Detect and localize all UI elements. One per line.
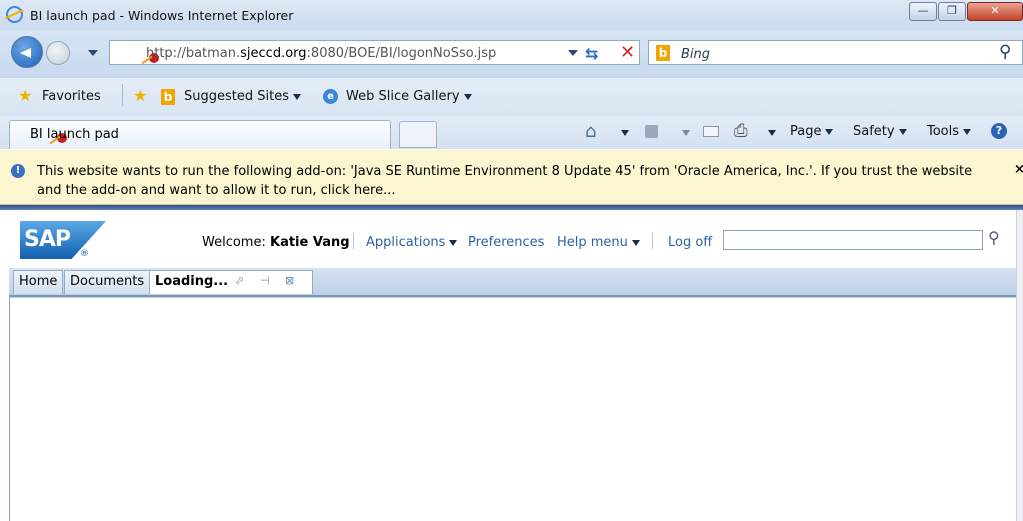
safety-menu-label: Safety	[853, 124, 895, 139]
document-workarea	[9, 297, 1016, 521]
page-menu-label: Page	[790, 124, 822, 139]
url-suffix: :8080/BOE/BI/logonNoSso.jsp	[306, 46, 497, 61]
header-divider	[353, 233, 354, 249]
chevron-down-icon	[898, 128, 907, 135]
window-title: BI launch pad - Windows Internet Explore…	[30, 8, 294, 23]
preferences-link[interactable]: Preferences	[468, 235, 544, 250]
info-bar-message[interactable]: This website wants to run the following …	[37, 162, 977, 200]
refresh-icon[interactable]: ⇆	[585, 44, 598, 63]
back-button[interactable]	[11, 36, 43, 68]
search-icon[interactable]: ⚲	[988, 228, 1000, 247]
pin-tab-icon[interactable]: ⊣	[260, 274, 270, 287]
tools-menu-label: Tools	[927, 124, 960, 139]
suggested-sites-label: Suggested Sites	[184, 89, 289, 104]
url-prefix: http://batman.	[146, 46, 241, 61]
registered-mark: ®	[80, 249, 89, 259]
favorites-button[interactable]: Favorites	[42, 89, 101, 104]
internet-explorer-icon	[6, 6, 23, 23]
help-menu[interactable]: Help menu	[557, 235, 640, 250]
tools-menu[interactable]: Tools	[927, 124, 972, 139]
help-menu-label: Help menu	[557, 235, 628, 250]
chevron-down-icon[interactable]	[621, 130, 629, 136]
chevron-down-icon	[449, 239, 458, 246]
welcome-text: Welcome: Katie Vang	[202, 235, 350, 250]
detach-tab-icon[interactable]: ⬀	[235, 274, 244, 287]
header-divider	[652, 233, 653, 249]
tab-label: BI launch pad	[30, 127, 119, 142]
minimize-button[interactable]: —	[909, 2, 937, 21]
chevron-down-icon[interactable]	[682, 130, 690, 136]
home-icon[interactable]: ⌂	[585, 121, 596, 142]
chevron-down-icon	[292, 93, 301, 100]
tab-home[interactable]: Home	[13, 270, 64, 294]
chevron-down-icon	[631, 239, 640, 246]
welcome-prefix: Welcome:	[202, 235, 266, 250]
web-slice-gallery-label: Web Slice Gallery	[346, 89, 460, 104]
help-icon[interactable]: ?	[991, 123, 1007, 139]
new-tab-button[interactable]	[399, 121, 437, 148]
web-slice-gallery-link[interactable]: Web Slice Gallery	[346, 89, 472, 104]
chevron-down-icon	[463, 93, 472, 100]
feeds-icon[interactable]	[645, 125, 658, 138]
tab-documents[interactable]: Documents	[64, 270, 151, 294]
printer-icon[interactable]: ⎙	[734, 121, 748, 141]
sap-search-input[interactable]	[723, 230, 983, 250]
favorites-bar	[0, 78, 1023, 116]
applications-label: Applications	[366, 235, 446, 250]
applications-menu[interactable]: Applications	[366, 235, 458, 250]
user-name: Katie Vang	[270, 235, 350, 250]
web-slice-icon: e	[323, 89, 338, 104]
bing-logo-icon: b	[656, 45, 670, 61]
chevron-down-icon	[963, 128, 972, 135]
add-to-favorites-icon[interactable]: ★	[133, 86, 147, 105]
favorites-star-icon[interactable]: ★	[18, 86, 32, 105]
favorites-divider	[122, 84, 123, 106]
stop-icon[interactable]: ✕	[620, 42, 635, 63]
info-shield-icon: !	[11, 164, 25, 178]
url-domain: sjeccd.org	[240, 46, 307, 61]
address-dropdown-icon[interactable]	[568, 50, 578, 56]
chevron-down-icon	[825, 128, 834, 135]
mail-icon[interactable]	[703, 126, 719, 137]
maximize-button[interactable]: ❐	[938, 2, 966, 21]
info-bar-close-icon[interactable]: ×	[1014, 162, 1023, 177]
forward-button[interactable]	[46, 41, 70, 65]
safety-menu[interactable]: Safety	[853, 124, 907, 139]
search-icon[interactable]: ⚲	[999, 42, 1011, 62]
log-off-link[interactable]: Log off	[668, 235, 712, 250]
vertical-scrollbar[interactable]	[1016, 210, 1023, 521]
search-placeholder: Bing	[681, 47, 711, 62]
close-tab-icon[interactable]: ⊠	[285, 274, 294, 287]
close-window-button[interactable]: ✕	[967, 2, 1023, 21]
chevron-down-icon[interactable]	[768, 130, 776, 136]
suggested-sites-link[interactable]: Suggested Sites	[184, 89, 301, 104]
page-menu[interactable]: Page	[790, 124, 834, 139]
url-text[interactable]: http://batman.sjeccd.org:8080/BOE/BI/log…	[146, 46, 496, 61]
suggested-sites-icon: b	[161, 89, 175, 105]
tab-loading-label: Loading...	[155, 274, 229, 289]
recent-pages-dropdown-icon[interactable]	[88, 50, 98, 56]
